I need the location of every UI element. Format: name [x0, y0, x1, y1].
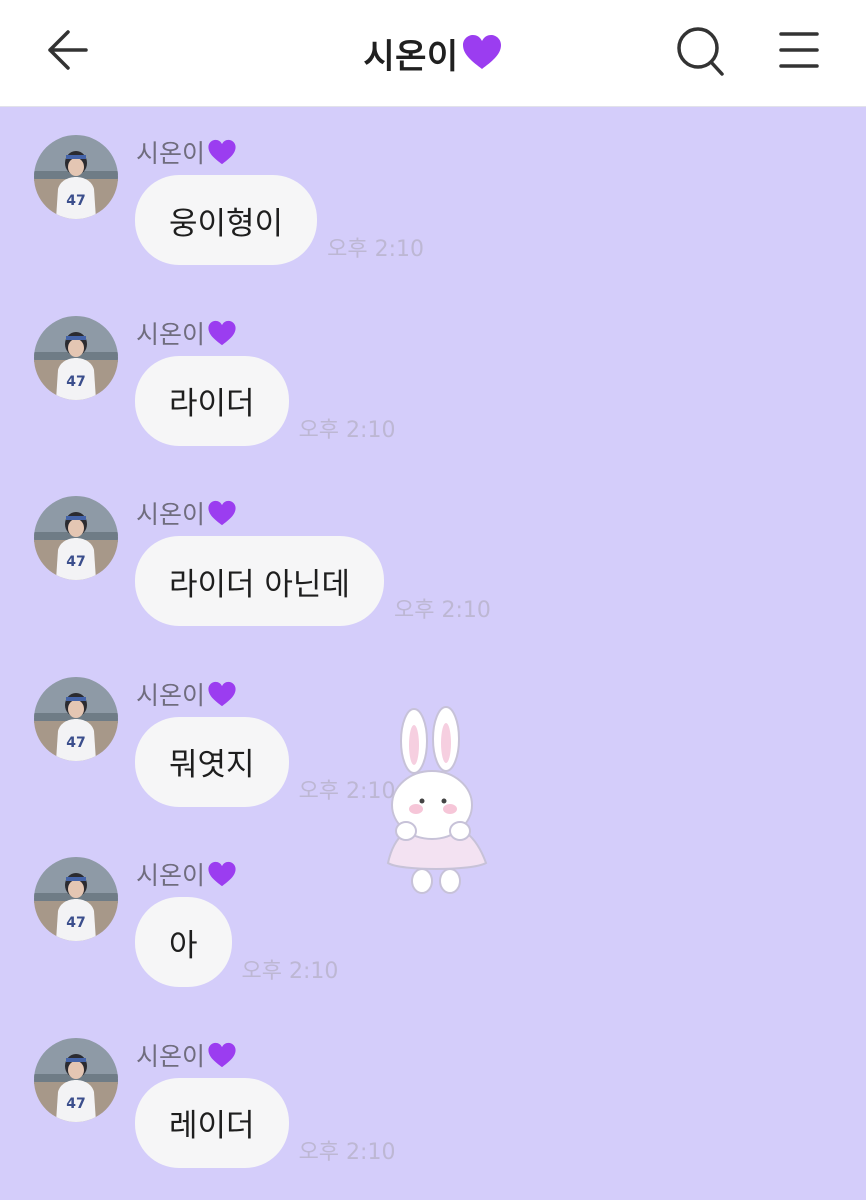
sender-name: 시온이	[136, 677, 237, 711]
avatar[interactable]: 47	[34, 135, 118, 219]
sender-name-text: 시온이	[136, 319, 206, 349]
message-bubble[interactable]: 뭐엿지	[135, 716, 289, 807]
hamburger-menu-icon	[779, 32, 819, 68]
menu-button[interactable]	[772, 26, 826, 74]
svg-text:47: 47	[66, 193, 85, 209]
search-button[interactable]	[672, 24, 728, 78]
sender-name-text: 시온이	[136, 861, 206, 890]
sender-name: 시온이	[136, 496, 237, 530]
svg-text:47: 47	[66, 735, 85, 751]
message-bubble[interactable]: 웅이형이	[135, 175, 318, 265]
purple-heart-icon	[208, 861, 236, 887]
purple-heart-icon	[462, 34, 501, 69]
avatar[interactable]: 47	[34, 676, 118, 761]
chat-title-text: 시온이	[363, 36, 459, 77]
purple-heart-icon	[208, 139, 236, 165]
profile-photo-icon: 47	[34, 857, 118, 941]
avatar[interactable]: 47	[34, 496, 118, 580]
svg-text:47: 47	[66, 1096, 85, 1112]
svg-text:47: 47	[66, 374, 85, 390]
sender-name-text: 시온이	[136, 500, 206, 529]
sender-name: 시온이	[136, 857, 237, 891]
message-time: 오후 2:10	[298, 417, 396, 443]
sender-name-text: 시온이	[136, 1041, 206, 1071]
avatar[interactable]: 47	[34, 1037, 118, 1122]
sender-name: 시온이	[136, 135, 237, 169]
message-time: 오후 2:10	[393, 598, 491, 623]
message-item: 47 시온이 아 오후 2:10	[0, 829, 866, 1009]
avatar[interactable]: 47	[34, 315, 118, 400]
message-time: 오후 2:10	[327, 237, 424, 262]
message-bubble[interactable]: 아	[135, 897, 232, 987]
profile-photo-icon: 47	[34, 676, 118, 761]
arrow-left-icon	[48, 30, 88, 70]
profile-photo-icon: 47	[34, 315, 118, 400]
message-item: 47 시온이 라이더 아닌데 오후 2:10	[0, 468, 866, 648]
message-item: 47 시온이 뭐엿지 오후 2:10	[0, 649, 866, 829]
message-bubble[interactable]: 라이더 아닌데	[135, 536, 384, 626]
message-item: 47 시온이 웅이형이 오후 2:10	[0, 107, 866, 287]
sender-name-text: 시온이	[136, 680, 206, 710]
sender-name: 시온이	[136, 1038, 237, 1072]
back-button[interactable]	[40, 26, 94, 74]
message-bubble[interactable]: 라이더	[135, 355, 289, 446]
profile-photo-icon: 47	[34, 496, 118, 580]
search-icon	[677, 27, 724, 76]
profile-photo-icon: 47	[34, 1037, 118, 1122]
message-item: 47 시온이 라이더 오후 2:10	[0, 288, 866, 468]
chat-area[interactable]: 47 시온이 웅이형이 오후 2:10 47 시온이 라이더 오후 2:10 4…	[0, 107, 866, 1200]
chat-title: 시온이	[363, 29, 502, 78]
message-item: 47 시온이 레이더 오후 2:10	[0, 1010, 866, 1190]
message-time: 오후 2:10	[241, 959, 339, 984]
purple-heart-icon	[208, 1042, 236, 1067]
message-time: 오후 2:10	[298, 778, 396, 804]
purple-heart-icon	[208, 500, 236, 526]
purple-heart-icon	[208, 320, 236, 345]
purple-heart-icon	[208, 681, 236, 706]
svg-text:47: 47	[66, 554, 85, 570]
profile-photo-icon: 47	[34, 135, 118, 219]
avatar[interactable]: 47	[34, 857, 118, 941]
svg-text:47: 47	[66, 915, 85, 931]
message-time: 오후 2:10	[298, 1139, 396, 1165]
chat-header: 시온이	[0, 0, 866, 107]
sender-name-text: 시온이	[136, 139, 206, 168]
message-bubble[interactable]: 레이더	[135, 1077, 289, 1168]
sender-name: 시온이	[136, 316, 237, 350]
